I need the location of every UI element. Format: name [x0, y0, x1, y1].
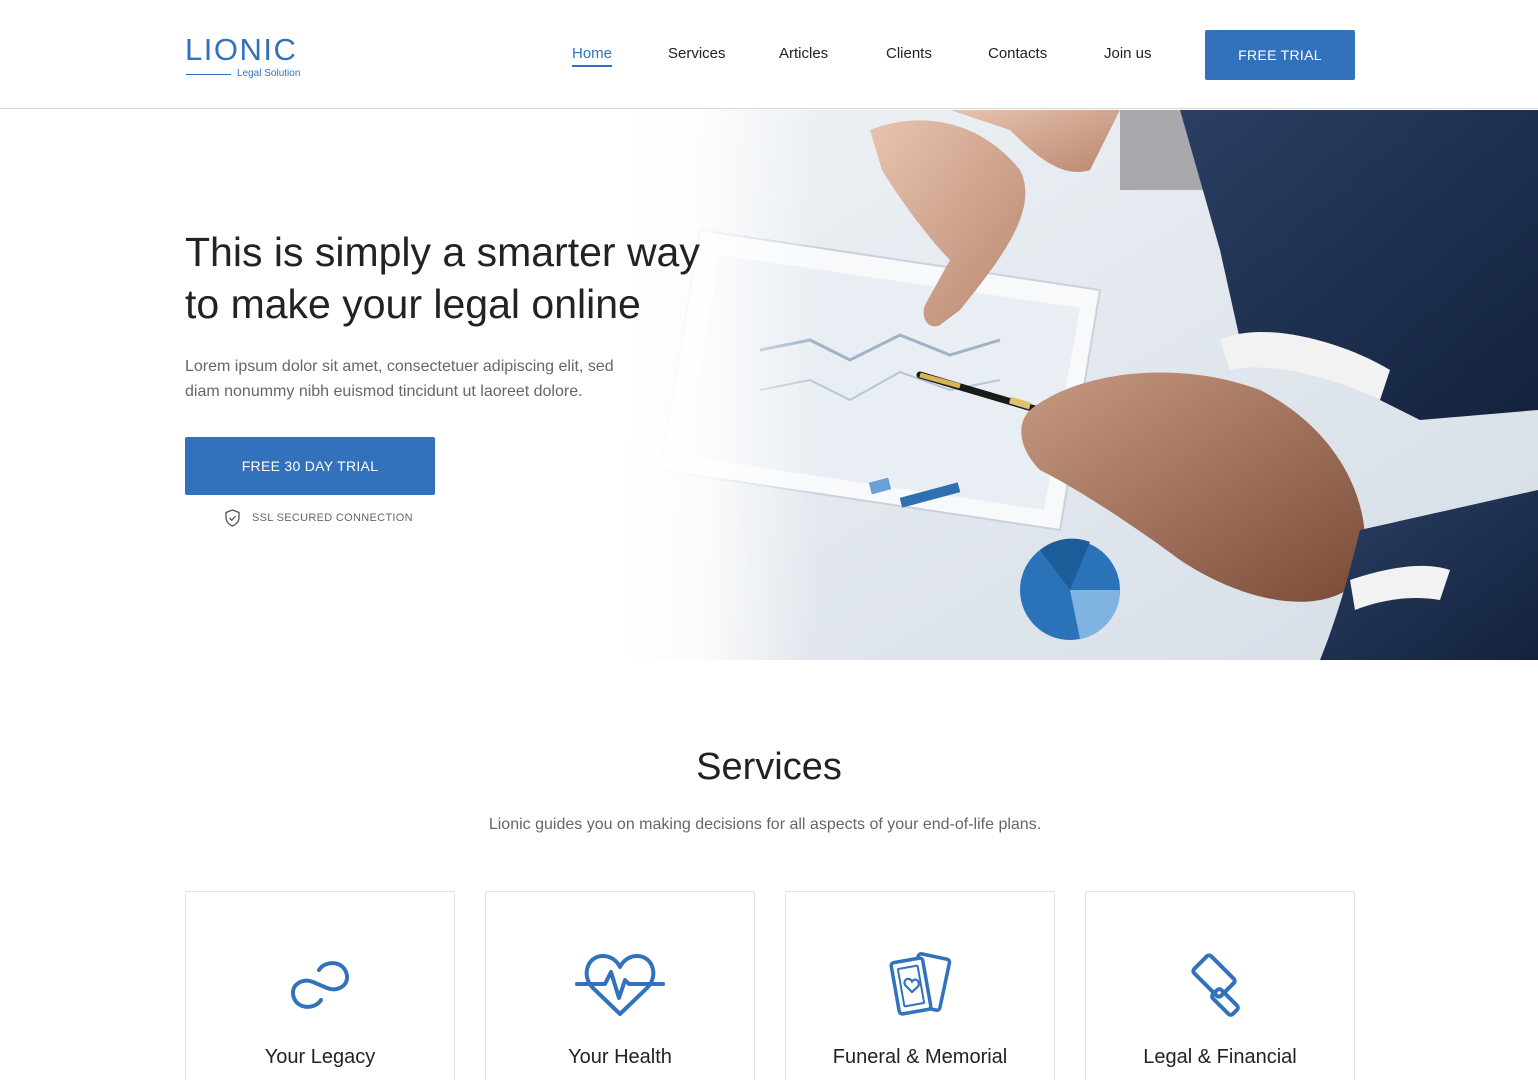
hero-title: This is simply a smarter way to make you… — [185, 226, 745, 330]
logo-tagline: Legal Solution — [237, 68, 301, 79]
free-trial-button[interactable]: FREE TRIAL — [1205, 30, 1355, 80]
gavel-icon — [1191, 953, 1240, 1017]
service-card-title: Legal & Financial — [1143, 1046, 1297, 1068]
site-header: LIONIC Legal Solution Home Services Arti… — [0, 0, 1538, 109]
heartbeat-icon — [575, 954, 665, 1016]
nav-clients[interactable]: Clients — [886, 44, 932, 64]
logo[interactable]: LIONIC Legal Solution — [185, 34, 305, 84]
hero-title-line-2: to make your legal online — [185, 281, 641, 327]
service-card-health[interactable]: Your Health — [485, 891, 755, 1080]
services-title: Services — [696, 746, 842, 788]
hero-description-line-2: diam nonummy nibh euismod tincidunt ut l… — [185, 383, 583, 400]
service-card-funeral[interactable]: Funeral & Memorial — [785, 891, 1055, 1080]
service-card-title: Your Legacy — [264, 1046, 376, 1068]
hero-description-line-1: Lorem ipsum dolor sit amet, consectetuer… — [185, 358, 614, 375]
ssl-badge: SSL SECURED CONNECTION — [224, 508, 413, 528]
services-subtitle: Lionic guides you on making decisions fo… — [488, 816, 1042, 833]
logo-wordmark: LIONIC — [185, 32, 298, 67]
service-card-title: Funeral & Memorial — [832, 1046, 1008, 1068]
service-card-title: Your Health — [568, 1046, 672, 1068]
nav-home[interactable]: Home — [572, 44, 613, 67]
hero-description: Lorem ipsum dolor sit amet, consectetuer… — [185, 354, 655, 404]
shield-check-icon — [225, 509, 240, 527]
infinity-icon — [290, 961, 350, 1009]
logo-divider — [186, 74, 231, 75]
nav-join-us[interactable]: Join us — [1104, 44, 1152, 64]
nav-contacts[interactable]: Contacts — [988, 44, 1047, 64]
free-30-day-trial-button[interactable]: FREE 30 DAY TRIAL — [185, 437, 435, 495]
cards-heart-icon — [889, 952, 952, 1016]
service-card-legacy[interactable]: Your Legacy — [185, 891, 455, 1080]
nav-articles[interactable]: Articles — [779, 44, 828, 64]
ssl-label: SSL SECURED CONNECTION — [252, 512, 413, 524]
service-card-legal[interactable]: Legal & Financial — [1085, 891, 1355, 1080]
nav-services[interactable]: Services — [668, 44, 726, 64]
hero-title-line-1: This is simply a smarter way — [185, 229, 700, 275]
